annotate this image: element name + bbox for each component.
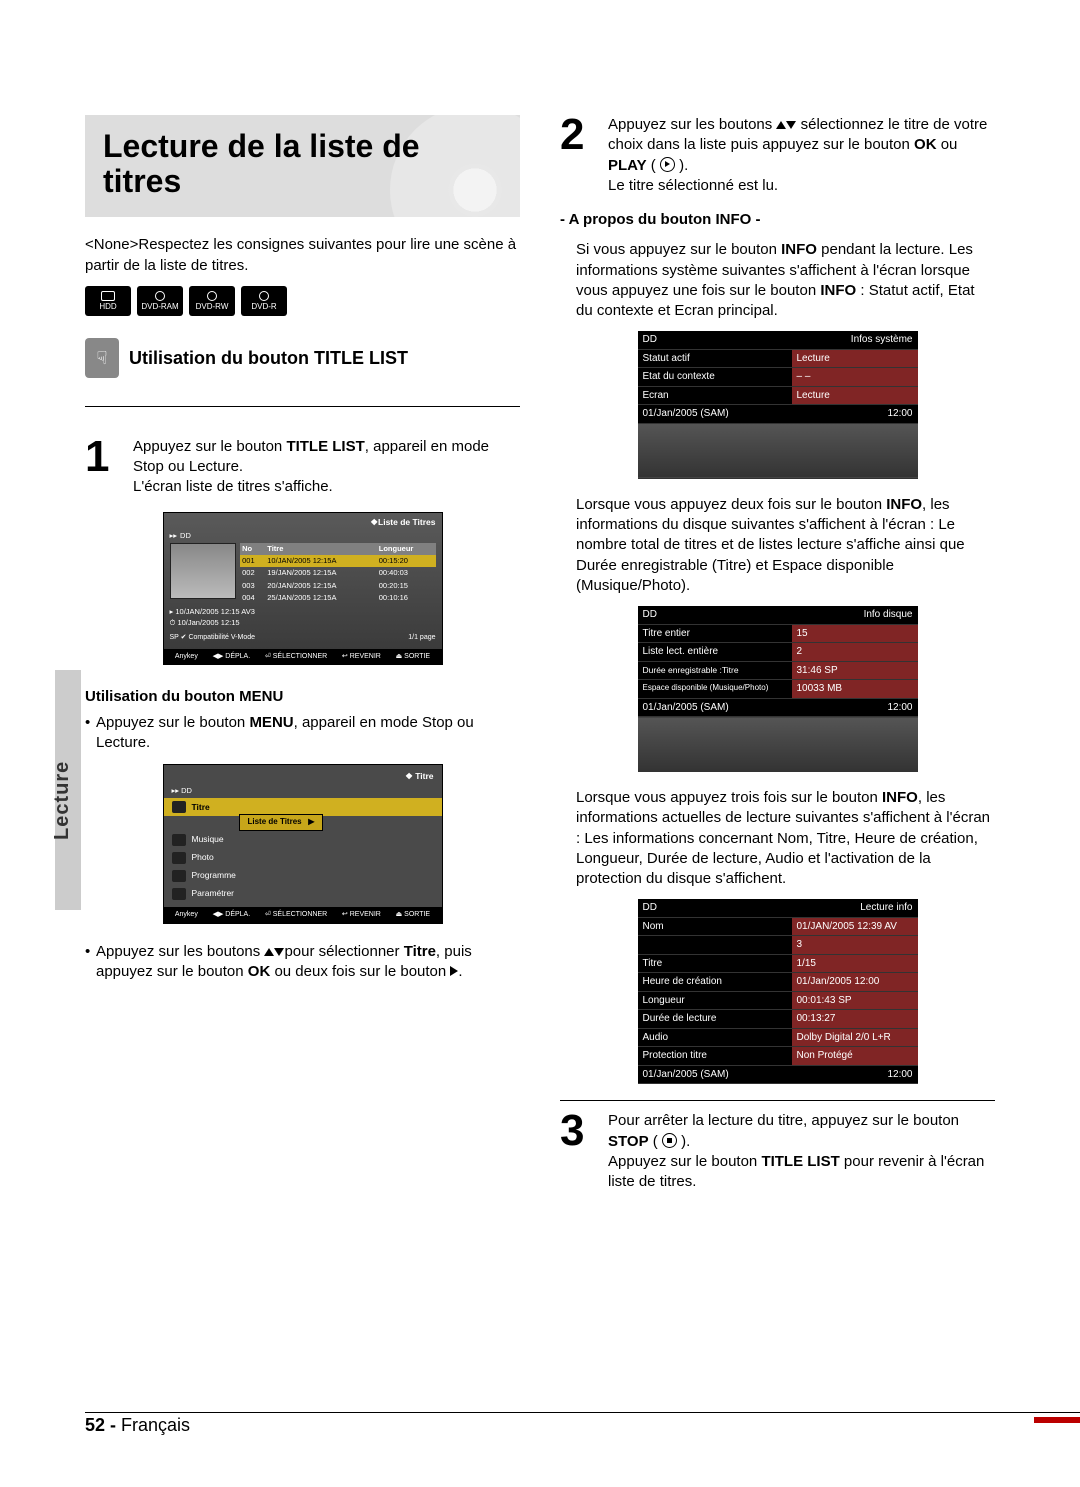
osd-footbar: Anykey◀▶ DÉPLA.⏎ SÉLECTIONNER↩ REVENIR⏏ … bbox=[164, 649, 442, 664]
section-rule bbox=[85, 406, 520, 407]
settings-icon bbox=[172, 888, 186, 900]
step-number: 3 bbox=[560, 1111, 596, 1192]
t: L'écran liste de titres s'affiche. bbox=[133, 478, 333, 495]
play-icon bbox=[660, 157, 675, 172]
osd-footbar: Anykey◀▶ DÉPLA.⏎ SÉLECTIONNER↩ REVENIR⏏ … bbox=[164, 907, 442, 922]
bullet-select: • Appuyez sur les boutons pour sélection… bbox=[85, 942, 520, 983]
step-1: 1 Appuyez sur le bouton TITLE LIST, appa… bbox=[85, 437, 520, 498]
section-heading: ☟ Utilisation du bouton TITLE LIST bbox=[85, 338, 520, 378]
footer-rule bbox=[85, 1412, 1080, 1413]
info-para-1: Si vous appuyez sur le bouton INFO penda… bbox=[576, 240, 995, 321]
hero-banner: Lecture de la liste de titres bbox=[85, 115, 520, 217]
up-triangle-icon bbox=[264, 948, 274, 956]
stop-icon bbox=[662, 1133, 677, 1148]
down-triangle-icon bbox=[786, 121, 796, 129]
section-tab: Lecture bbox=[55, 670, 81, 910]
step-number: 1 bbox=[85, 437, 121, 498]
step-2: 2 Appuyez sur les boutons sélectionnez l… bbox=[560, 115, 995, 196]
red-marker bbox=[1034, 1417, 1080, 1423]
intro-text: <None>Respectez les consignes suivantes … bbox=[85, 235, 520, 276]
title-icon bbox=[172, 801, 186, 813]
menu-item: Musique bbox=[164, 831, 442, 849]
section-title: Utilisation du bouton TITLE LIST bbox=[129, 346, 408, 370]
submenu: Liste de Titres ▶ bbox=[239, 814, 324, 831]
preview-thumb bbox=[170, 543, 237, 599]
btn-name: TITLE LIST bbox=[286, 438, 364, 455]
osd-menu: ❖ Titre ▸▸ DD Titre Liste de Titres ▶ Mu… bbox=[163, 764, 443, 924]
left-column: Lecture de la liste de titres <None>Resp… bbox=[85, 115, 520, 1206]
info-table-disc: DDInfo disque Titre entier15 Liste lect.… bbox=[638, 606, 918, 772]
menu-item: Photo bbox=[164, 849, 442, 867]
music-icon bbox=[172, 834, 186, 846]
page-title: Lecture de la liste de titres bbox=[103, 129, 502, 199]
info-para-2: Lorsque vous appuyez deux fois sur le bo… bbox=[576, 495, 995, 596]
hand-icon: ☟ bbox=[85, 338, 119, 378]
table-row: 00425/JAN/2005 12:15A00:10:16 bbox=[240, 592, 435, 604]
language-label: Français bbox=[121, 1415, 190, 1435]
subheading-menu: Utilisation du bouton MENU bbox=[85, 687, 520, 707]
media-format-icons: HDD DVD-RAM DVD-RW DVD-R bbox=[85, 286, 520, 316]
down-triangle-icon bbox=[274, 948, 284, 956]
page-footer: 52 - Français bbox=[85, 1413, 190, 1437]
step-number: 2 bbox=[560, 115, 596, 196]
dvd-r-icon: DVD-R bbox=[241, 286, 287, 316]
dvd-ram-icon: DVD-RAM bbox=[137, 286, 183, 316]
table-row: 00320/JAN/2005 12:15A00:20:15 bbox=[240, 580, 435, 592]
bullet-menu: • Appuyez sur le bouton MENU, appareil e… bbox=[85, 713, 520, 754]
right-column: 2 Appuyez sur les boutons sélectionnez l… bbox=[560, 115, 995, 1206]
info-heading: - A propos du bouton INFO - bbox=[560, 210, 995, 230]
photo-icon bbox=[172, 852, 186, 864]
t: Appuyez sur le bouton bbox=[133, 438, 286, 455]
menu-item: Programme bbox=[164, 867, 442, 885]
info-para-3: Lorsque vous appuyez trois fois sur le b… bbox=[576, 788, 995, 889]
page-number: 52 - bbox=[85, 1415, 121, 1435]
dvd-rw-icon: DVD-RW bbox=[189, 286, 235, 316]
hdd-icon: HDD bbox=[85, 286, 131, 316]
program-icon bbox=[172, 870, 186, 882]
table-row: 00110/JAN/2005 12:15A00:15:20 bbox=[240, 555, 435, 567]
step-3: 3 Pour arrêter la lecture du titre, appu… bbox=[560, 1111, 995, 1192]
menu-item: Paramétrer bbox=[164, 885, 442, 903]
rule bbox=[560, 1100, 995, 1101]
info-table-system: DDInfos système Statut actifLecture Etat… bbox=[638, 331, 918, 479]
info-table-playback: DDLecture info Nom01/JAN/2005 12:39 AV 3… bbox=[638, 899, 918, 1084]
diamond-icon: ❖ bbox=[370, 517, 378, 528]
osd-title-list: ❖ Liste de Titres ▸▸DD NoTitreLongueur 0… bbox=[163, 512, 443, 665]
title-table: NoTitreLongueur 00110/JAN/2005 12:15A00:… bbox=[240, 543, 435, 604]
table-row: 00219/JAN/2005 12:15A00:40:03 bbox=[240, 567, 435, 579]
up-triangle-icon bbox=[776, 121, 786, 129]
